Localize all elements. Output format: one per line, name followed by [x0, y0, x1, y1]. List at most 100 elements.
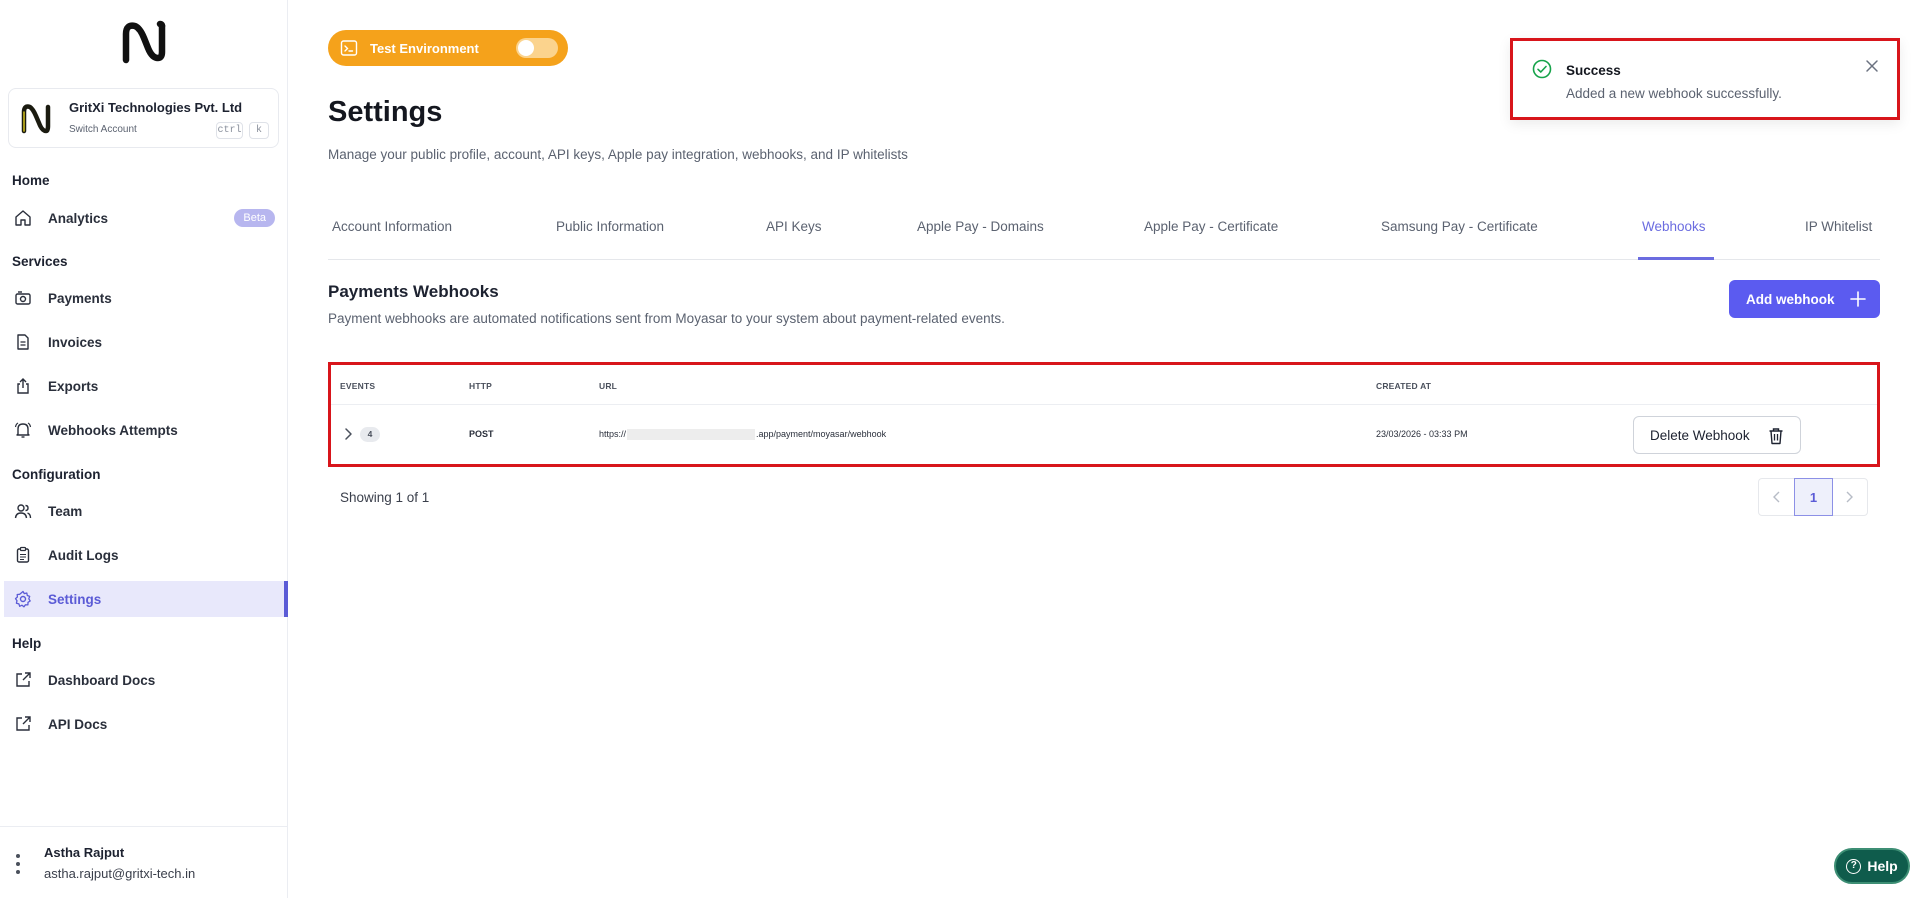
sidebar-item-invoices[interactable]: Invoices	[4, 324, 287, 360]
created-at-value: 23/03/2026 - 03:33 PM	[1376, 429, 1468, 439]
section-services: Services	[12, 254, 68, 269]
user-name: Astha Rajput	[44, 845, 125, 860]
url-prefix: https://	[599, 429, 627, 439]
sidebar-item-exports[interactable]: Exports	[4, 368, 287, 404]
sidebar-item-webhooks-attempts[interactable]: Webhooks Attempts	[4, 412, 287, 448]
column-created-at: CREATED AT	[1376, 381, 1432, 391]
payments-webhooks-description: Payment webhooks are automated notificat…	[328, 311, 1005, 326]
table-header: EVENTS HTTP URL CREATED AT	[331, 365, 1877, 405]
delete-webhook-button[interactable]: Delete Webhook	[1633, 416, 1801, 454]
page-title: Settings	[328, 96, 443, 128]
user-profile: Astha Rajput astha.rajput@gritxi-tech.in	[0, 826, 288, 898]
external-link-icon	[13, 714, 33, 734]
bell-icon	[13, 420, 33, 440]
url-suffix: .app/payment/moyasar/webhook	[756, 429, 887, 439]
next-page-button[interactable]	[1831, 479, 1867, 515]
document-icon	[13, 332, 33, 352]
active-tab-indicator	[1638, 257, 1714, 260]
sidebar-item-label: Dashboard Docs	[48, 672, 156, 688]
switch-knob	[518, 40, 534, 56]
camera-icon	[13, 288, 33, 308]
clipboard-icon	[13, 545, 33, 565]
team-icon	[13, 501, 33, 521]
tab-public-information[interactable]: Public Information	[556, 219, 664, 234]
home-icon	[13, 208, 33, 228]
sidebar: GritXi Technologies Pvt. Ltd Switch Acco…	[0, 0, 288, 898]
http-method: POST	[469, 429, 494, 439]
column-http: HTTP	[469, 381, 492, 391]
close-icon[interactable]	[1865, 59, 1879, 73]
webhooks-table: EVENTS HTTP URL CREATED AT 4 POST https:…	[328, 362, 1880, 467]
delete-webhook-label: Delete Webhook	[1650, 427, 1750, 443]
success-toast: Success Added a new webhook successfully…	[1510, 38, 1900, 120]
test-environment-label: Test Environment	[370, 40, 479, 56]
plus-icon	[1850, 291, 1866, 307]
tab-webhooks[interactable]: Webhooks	[1642, 219, 1706, 234]
switch-account-label: Switch Account	[69, 124, 137, 135]
question-circle-icon: ?	[1846, 858, 1862, 874]
toast-message: Added a new webhook successfully.	[1566, 86, 1782, 101]
sidebar-item-api-docs[interactable]: API Docs	[4, 706, 287, 742]
sidebar-item-payments[interactable]: Payments	[4, 280, 287, 316]
tab-apple-pay-domains[interactable]: Apple Pay - Domains	[917, 219, 1044, 234]
sidebar-item-audit-logs[interactable]: Audit Logs	[4, 537, 287, 573]
payments-webhooks-title: Payments Webhooks	[328, 282, 499, 301]
column-url: URL	[599, 381, 618, 391]
share-icon	[13, 376, 33, 396]
sidebar-item-label: Settings	[48, 591, 102, 607]
sidebar-item-label: Exports	[48, 378, 99, 394]
column-events: EVENTS	[340, 381, 376, 391]
account-logo-icon	[21, 104, 51, 134]
webhook-url: https:// .app/payment/moyasar/webhook	[599, 429, 887, 441]
toast-title: Success	[1566, 63, 1621, 78]
sidebar-item-label: Invoices	[48, 334, 103, 350]
environment-switch[interactable]	[516, 38, 558, 58]
pagination: 1	[1758, 478, 1868, 516]
tab-ip-whitelist[interactable]: IP Whitelist	[1805, 219, 1872, 234]
chevron-right-icon	[1846, 491, 1853, 503]
shortcut-ctrl-key: ctrl	[216, 122, 243, 139]
sidebar-item-settings[interactable]: Settings	[4, 581, 288, 617]
table-row: 4 POST https:// .app/payment/moyasar/webh…	[331, 405, 1877, 467]
account-name: GritXi Technologies Pvt. Ltd	[69, 100, 243, 115]
help-button[interactable]: ? Help	[1834, 848, 1910, 884]
sidebar-item-label: API Docs	[48, 716, 108, 732]
redacted-domain	[627, 429, 756, 441]
add-webhook-label: Add webhook	[1746, 291, 1835, 307]
add-webhook-button[interactable]: Add webhook	[1729, 280, 1880, 318]
more-vertical-icon[interactable]	[15, 853, 21, 875]
tab-api-keys[interactable]: API Keys	[766, 219, 822, 234]
help-label: Help	[1867, 858, 1898, 874]
gear-icon	[13, 589, 33, 609]
beta-badge: Beta	[234, 209, 275, 227]
sidebar-item-label: Audit Logs	[48, 547, 119, 563]
section-home: Home	[12, 173, 50, 188]
section-help: Help	[12, 636, 42, 651]
tab-samsung-pay-certificate[interactable]: Samsung Pay - Certificate	[1381, 219, 1538, 234]
chevron-right-icon[interactable]	[343, 426, 355, 442]
page-subtitle: Manage your public profile, account, API…	[328, 147, 908, 162]
moyasar-logo-icon[interactable]	[118, 20, 170, 66]
section-configuration: Configuration	[12, 467, 101, 482]
trash-icon	[1769, 428, 1783, 445]
tab-account-information[interactable]: Account Information	[332, 219, 452, 234]
sidebar-item-analytics[interactable]: Analytics Beta	[4, 200, 287, 236]
sidebar-item-label: Team	[48, 503, 83, 519]
pagination-summary: Showing 1 of 1	[340, 490, 430, 505]
tab-apple-pay-certificate[interactable]: Apple Pay - Certificate	[1144, 219, 1278, 234]
sidebar-item-dashboard-docs[interactable]: Dashboard Docs	[4, 662, 287, 698]
shortcut-k-key: k	[249, 122, 269, 139]
sidebar-item-team[interactable]: Team	[4, 493, 287, 529]
check-circle-icon	[1532, 59, 1552, 79]
events-count-badge: 4	[360, 427, 380, 442]
user-email: astha.rajput@gritxi-tech.in	[44, 866, 196, 881]
chevron-left-icon	[1773, 491, 1780, 503]
sidebar-item-label: Analytics	[48, 210, 109, 226]
test-environment-toggle[interactable]: Test Environment	[328, 30, 568, 66]
sidebar-item-label: Webhooks Attempts	[48, 422, 178, 438]
page-button-1[interactable]: 1	[1794, 478, 1833, 516]
sidebar-item-label: Payments	[48, 290, 112, 306]
account-switcher[interactable]: GritXi Technologies Pvt. Ltd Switch Acco…	[8, 88, 279, 148]
external-link-icon	[13, 670, 33, 690]
prev-page-button[interactable]	[1759, 479, 1795, 515]
